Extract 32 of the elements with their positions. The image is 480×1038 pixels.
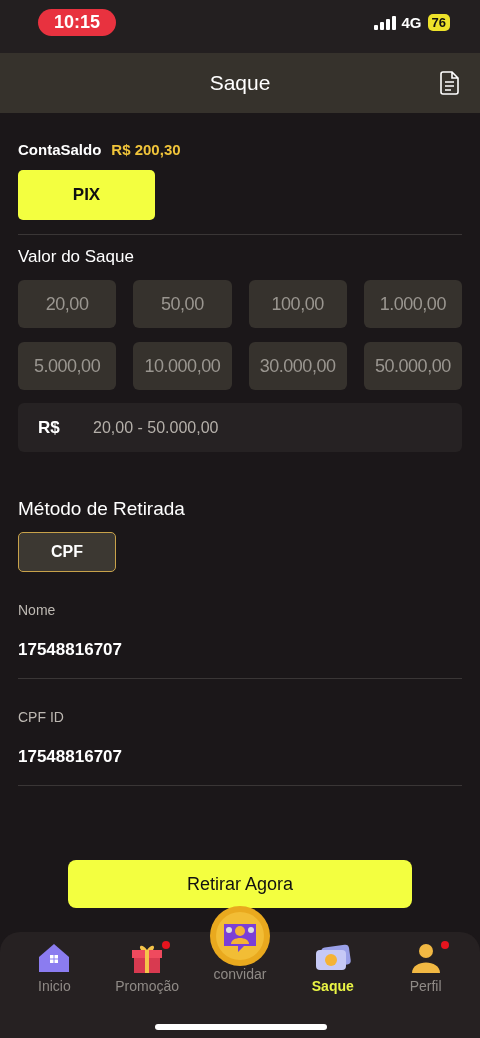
nav-tab[interactable]: Inicio (9, 942, 100, 1038)
amount-preset-button[interactable]: 5.000,00 (18, 342, 117, 390)
payment-channel-tab[interactable]: PIX (18, 170, 155, 220)
amount-preset-button[interactable]: 10.000,00 (133, 342, 232, 390)
invite-people-icon (208, 904, 272, 968)
field-value: 17548816707 (18, 747, 123, 767)
section-title: Valor do Saque (18, 247, 135, 267)
amount-preset-button[interactable]: 50.000,00 (363, 342, 462, 390)
withdraw-button[interactable]: Retirar Agora (68, 860, 412, 908)
amount-preset-button[interactable]: 30.000,00 (248, 342, 347, 390)
field-label: Nome (18, 602, 57, 618)
house-icon (37, 942, 72, 974)
page-title: Saque (209, 71, 271, 95)
status-time: 10:15 (38, 9, 117, 36)
amount-preset-button[interactable]: 20,00 (18, 280, 117, 328)
signal-icon (373, 15, 396, 30)
section-title: Método de Retirada (18, 498, 186, 520)
amount-preset-button[interactable]: 100,00 (248, 280, 347, 328)
amount-preset-button[interactable]: 50,00 (133, 280, 232, 328)
battery-indicator: 76 (427, 14, 450, 31)
method-tab[interactable]: CPF (18, 532, 116, 572)
currency-label: R$ (38, 418, 60, 438)
field-label: CPF ID (18, 709, 65, 725)
network-label: 4G (401, 14, 422, 31)
balance-label: ContaSaldo (18, 141, 102, 158)
nav-tab[interactable]: Promoção (102, 942, 193, 1038)
amount-preset-button[interactable]: 1.000,00 (363, 280, 462, 328)
field-value: 17548816707 (18, 640, 123, 660)
nav-tab[interactable]: Saque (287, 942, 378, 1038)
balance-value: R$ 200,30 (111, 141, 181, 158)
document-icon[interactable] (440, 71, 460, 95)
nav-tab[interactable]: Perfil (380, 942, 471, 1038)
